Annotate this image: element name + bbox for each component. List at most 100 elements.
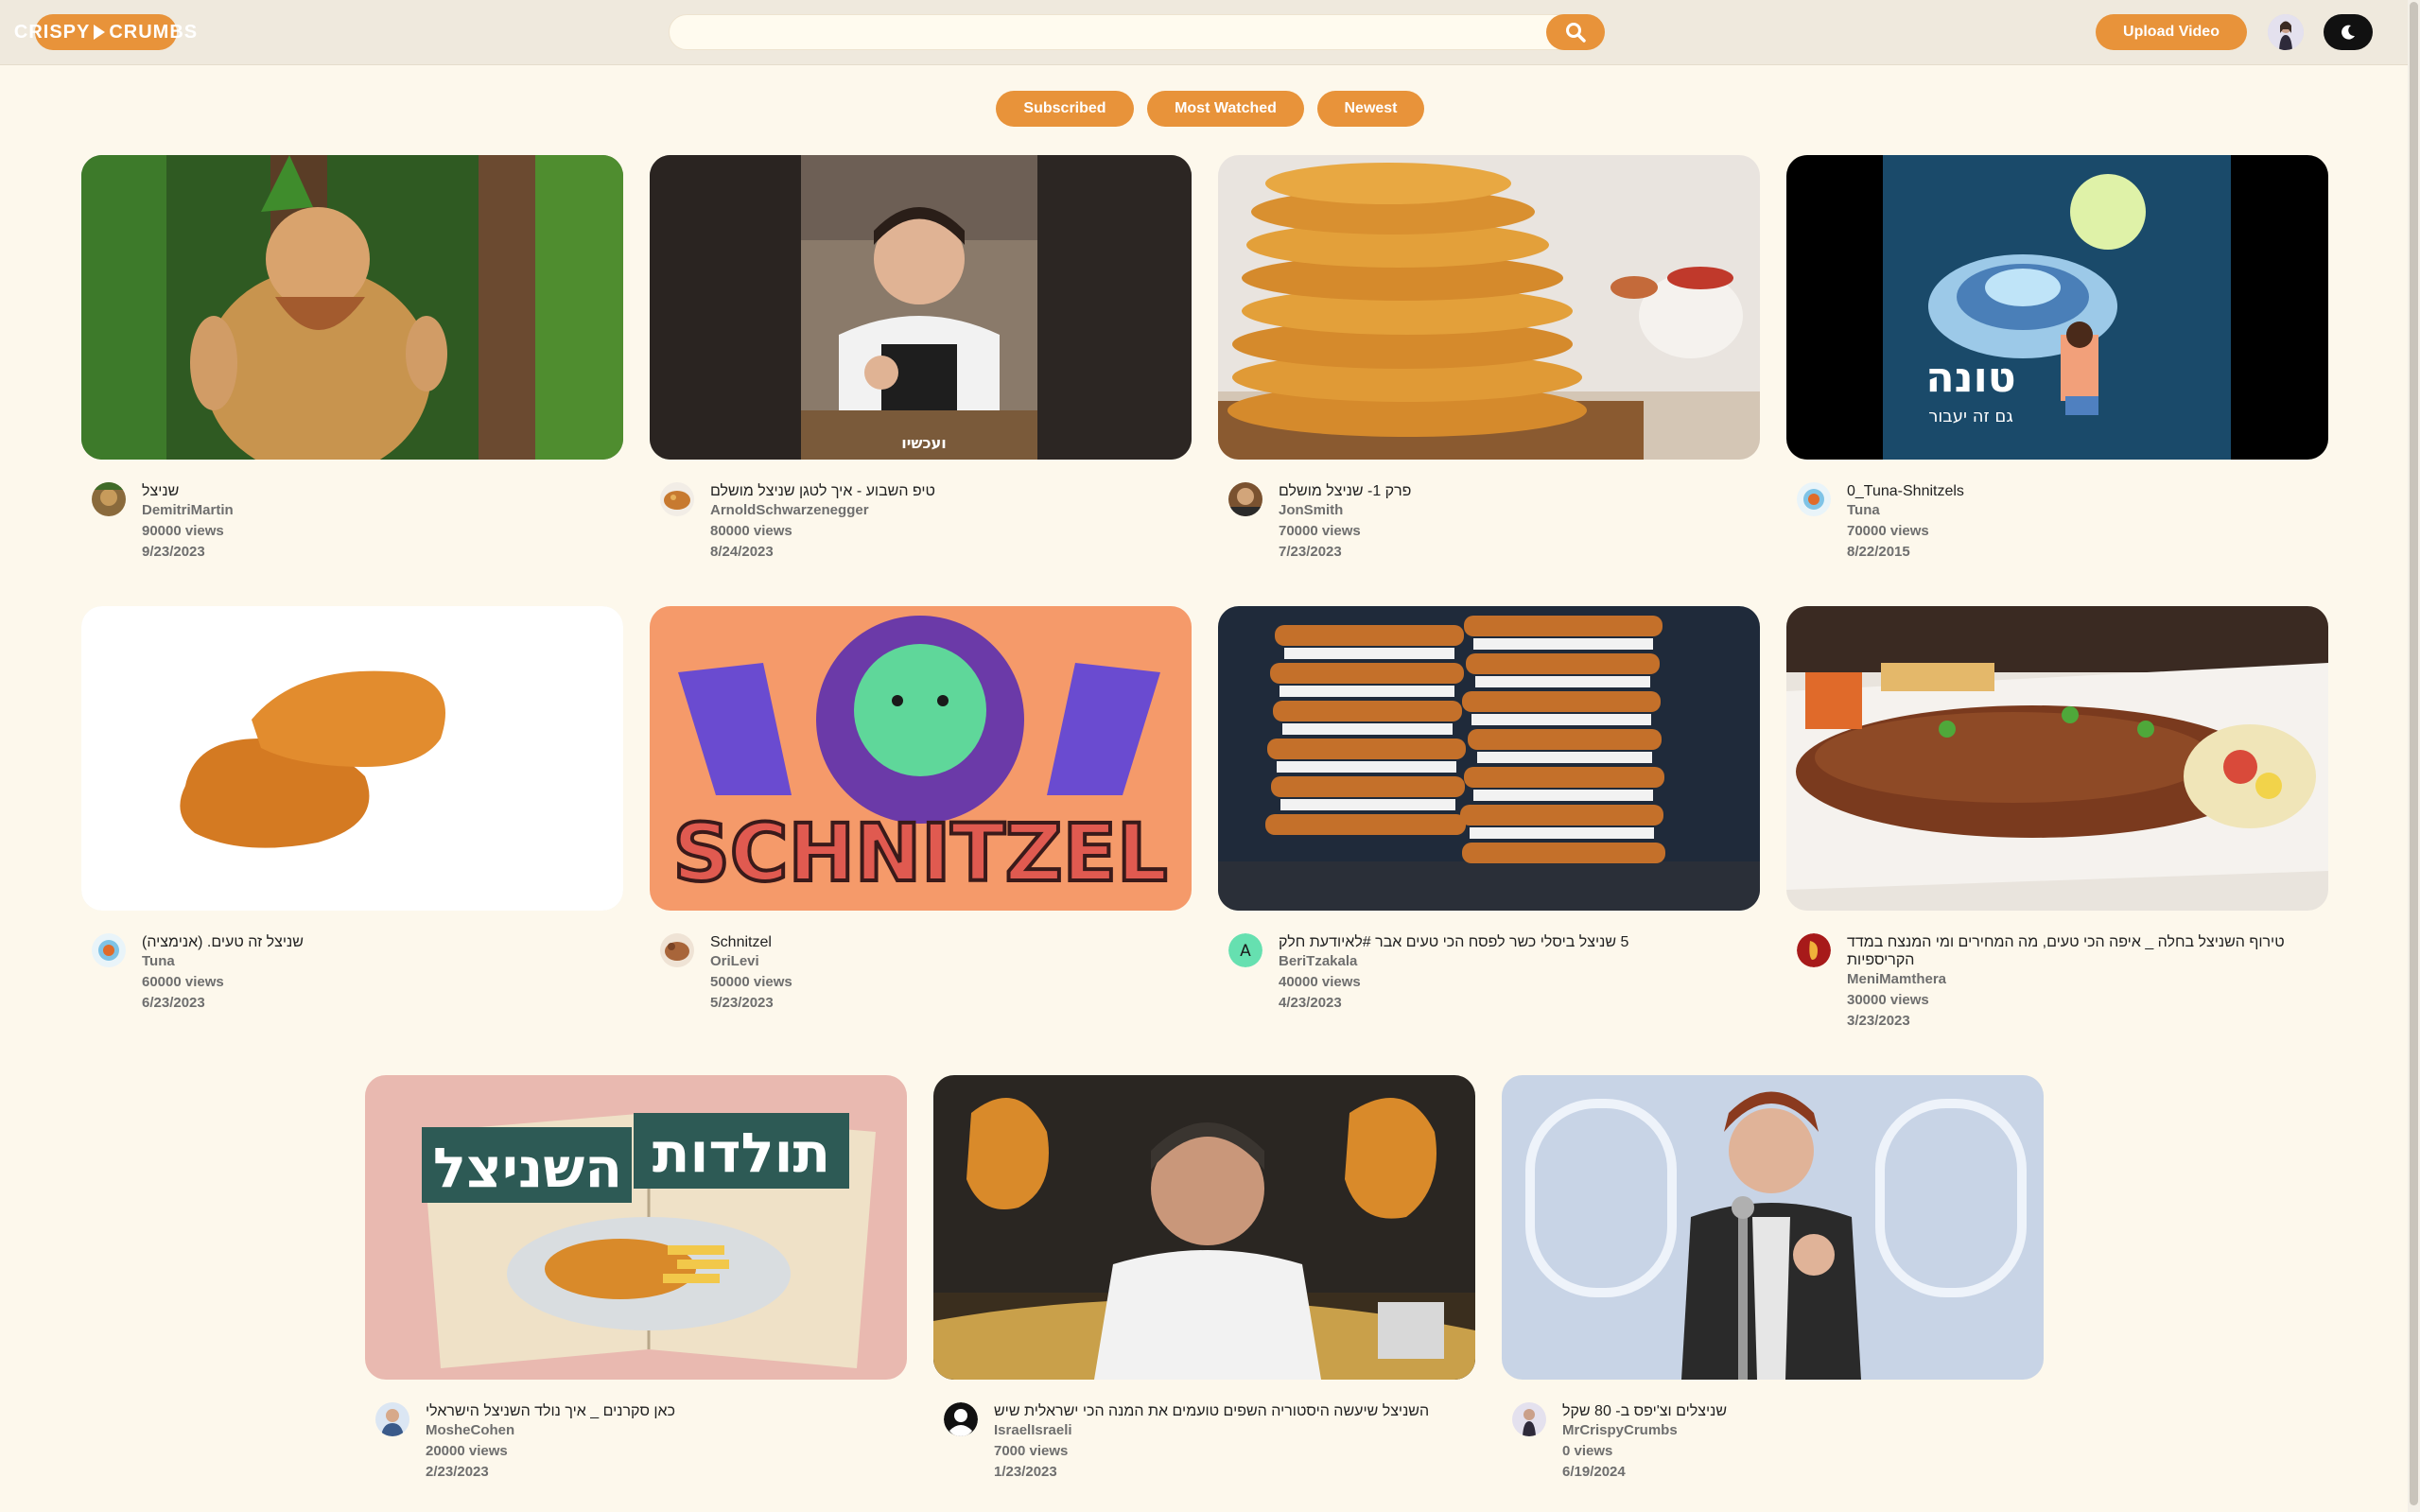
thumbnail-title-text-1: תולדות <box>653 1121 830 1185</box>
upload-date: 1/23/2023 <box>994 1464 1057 1480</box>
video-title[interactable]: השניצל שיעשה היסטוריה השפים טועמים את המ… <box>994 1402 1467 1420</box>
search-bar <box>669 14 1605 51</box>
upload-date: 7/23/2023 <box>1279 544 1342 560</box>
top-bar: CRISPY CRUMBS Upload Video <box>0 0 2420 65</box>
theme-toggle-button[interactable] <box>2324 14 2373 50</box>
channel-avatar[interactable] <box>944 1402 978 1436</box>
video-thumbnail[interactable]: טונה גם זה יעבור <box>1786 155 2328 460</box>
video-title[interactable]: פרק 1- שניצל מושלם <box>1279 482 1751 500</box>
view-count: 60000 views <box>142 974 224 990</box>
channel-name[interactable]: BeriTzakala <box>1279 953 1357 969</box>
upload-date: 5/23/2023 <box>710 995 774 1011</box>
upload-date: 6/23/2023 <box>142 995 205 1011</box>
video-title[interactable]: 0_Tuna-Shnitzels <box>1847 482 2320 500</box>
upload-date: 2/23/2023 <box>426 1464 489 1480</box>
moon-icon <box>2342 25 2355 40</box>
channel-avatar[interactable]: A <box>1228 933 1262 967</box>
channel-name[interactable]: MeniMamthera <box>1847 971 1946 987</box>
video-title[interactable]: 5 שניצל ביסלי כשר לפסח הכי טעים אבר #לאי… <box>1279 933 1751 951</box>
video-card[interactable]: טונה גם זה יעבור 0_Tuna-Shnitzels Tuna 70… <box>1786 155 2328 560</box>
channel-name[interactable]: ArnoldSchwarzenegger <box>710 502 869 518</box>
thumbnail-title-text: טונה <box>1925 354 2015 402</box>
video-thumbnail[interactable] <box>1502 1075 2044 1380</box>
video-thumbnail[interactable]: ועכשיו <box>650 155 1192 460</box>
video-card[interactable]: שניצלים וצ'יפס ב- 80 שקל MrCrispyCrumbs … <box>1502 1075 2044 1480</box>
video-card[interactable]: תולדות השניצל כאן סקרנים _ איך נולד השניצ… <box>365 1075 907 1480</box>
user-avatar[interactable] <box>2268 14 2304 50</box>
view-count: 7000 views <box>994 1443 1069 1459</box>
view-count: 70000 views <box>1279 523 1361 539</box>
video-thumbnail[interactable] <box>1786 606 2328 911</box>
crispy-crumbs-logo[interactable]: CRISPY CRUMBS <box>14 14 197 50</box>
video-card[interactable]: SCHNITZEL Schnitzel OriLevi 50000 views … <box>650 606 1192 1011</box>
channel-name[interactable]: Tuna <box>142 953 175 969</box>
video-card[interactable]: ועכשיו טיפ השבוע - איך לטגן שניצל מושלם … <box>650 155 1192 560</box>
channel-avatar[interactable] <box>660 482 694 516</box>
view-count: 70000 views <box>1847 523 1929 539</box>
video-thumbnail[interactable]: תולדות השניצל <box>365 1075 907 1380</box>
channel-avatar[interactable] <box>92 482 126 516</box>
upload-date: 8/22/2015 <box>1847 544 1910 560</box>
view-count: 80000 views <box>710 523 792 539</box>
video-card[interactable]: שניצל זה טעים. (אנימציה) Tuna 60000 view… <box>81 606 623 1011</box>
channel-name[interactable]: DemitriMartin <box>142 502 234 518</box>
channel-avatar[interactable] <box>1797 933 1831 967</box>
filter-most-watched-button[interactable]: Most Watched <box>1147 91 1304 127</box>
channel-avatar[interactable] <box>375 1402 409 1436</box>
view-count: 20000 views <box>426 1443 508 1459</box>
play-icon <box>94 25 106 40</box>
video-thumbnail[interactable]: SCHNITZEL <box>650 606 1192 911</box>
channel-avatar[interactable] <box>660 933 694 967</box>
video-card[interactable]: שניצל DemitriMartin 90000 views 9/23/202… <box>81 155 623 560</box>
video-thumbnail[interactable] <box>1218 155 1760 460</box>
logo-text-left: CRISPY <box>13 21 91 43</box>
channel-avatar[interactable] <box>1228 482 1262 516</box>
channel-avatar-letter: A <box>1240 942 1251 961</box>
thumbnail-title-text-2: השניצל <box>433 1136 622 1200</box>
video-thumbnail[interactable] <box>81 606 623 911</box>
view-count: 30000 views <box>1847 992 1929 1008</box>
video-card[interactable]: השניצל שיעשה היסטוריה השפים טועמים את המ… <box>933 1075 1475 1480</box>
channel-name[interactable]: MosheCohen <box>426 1422 514 1438</box>
view-count: 90000 views <box>142 523 224 539</box>
video-card[interactable]: A 5 שניצל ביסלי כשר לפסח הכי טעים אבר #ל… <box>1218 606 1760 1011</box>
video-title[interactable]: טיפ השבוע - איך לטגן שניצל מושלם <box>710 482 1183 500</box>
search-button[interactable] <box>1546 14 1605 50</box>
channel-avatar[interactable] <box>1797 482 1831 516</box>
channel-name[interactable]: OriLevi <box>710 953 759 969</box>
filter-bar: Subscribed Most Watched Newest <box>0 91 2420 127</box>
video-title[interactable]: שניצל זה טעים. (אנימציה) <box>142 933 615 951</box>
scrollbar-thumb[interactable] <box>2410 2 2418 1505</box>
video-thumbnail[interactable] <box>81 155 623 460</box>
view-count: 40000 views <box>1279 974 1361 990</box>
channel-name[interactable]: IsraelIsraeli <box>994 1422 1072 1438</box>
channel-name[interactable]: JonSmith <box>1279 502 1343 518</box>
video-thumbnail[interactable] <box>1218 606 1760 911</box>
channel-avatar[interactable] <box>92 933 126 967</box>
upload-date: 8/24/2023 <box>710 544 774 560</box>
view-count: 50000 views <box>710 974 792 990</box>
filter-subscribed-button[interactable]: Subscribed <box>996 91 1134 127</box>
video-title[interactable]: טירוף השניצל בחלה _ איפה הכי טעים, מה המ… <box>1847 933 2320 969</box>
video-thumbnail[interactable] <box>933 1075 1475 1380</box>
channel-avatar[interactable] <box>1512 1402 1546 1436</box>
channel-name[interactable]: Tuna <box>1847 502 1880 518</box>
thumbnail-subtitle-text: גם זה יעבור <box>1928 407 2013 426</box>
video-card[interactable]: פרק 1- שניצל מושלם JonSmith 70000 views … <box>1218 155 1760 560</box>
upload-date: 6/19/2024 <box>1562 1464 1626 1480</box>
view-count: 0 views <box>1562 1443 1613 1459</box>
upload-date: 3/23/2023 <box>1847 1013 1910 1029</box>
thumbnail-title-text: SCHNITZEL <box>672 807 1167 899</box>
filter-newest-button[interactable]: Newest <box>1317 91 1424 127</box>
logo-text-right: CRUMBS <box>109 21 199 43</box>
video-title[interactable]: שניצל <box>142 482 615 500</box>
video-title[interactable]: כאן סקרנים _ איך נולד השניצל הישראלי <box>426 1402 898 1420</box>
upload-video-button[interactable]: Upload Video <box>2096 14 2247 50</box>
channel-name[interactable]: MrCrispyCrumbs <box>1562 1422 1678 1438</box>
video-title[interactable]: שניצלים וצ'יפס ב- 80 שקל <box>1562 1402 2035 1420</box>
upload-date: 4/23/2023 <box>1279 995 1342 1011</box>
video-title[interactable]: Schnitzel <box>710 933 1183 951</box>
svg-text:ועכשיו: ועכשיו <box>901 434 947 452</box>
search-input[interactable] <box>688 15 1524 51</box>
video-card[interactable]: טירוף השניצל בחלה _ איפה הכי טעים, מה המ… <box>1786 606 2328 1029</box>
